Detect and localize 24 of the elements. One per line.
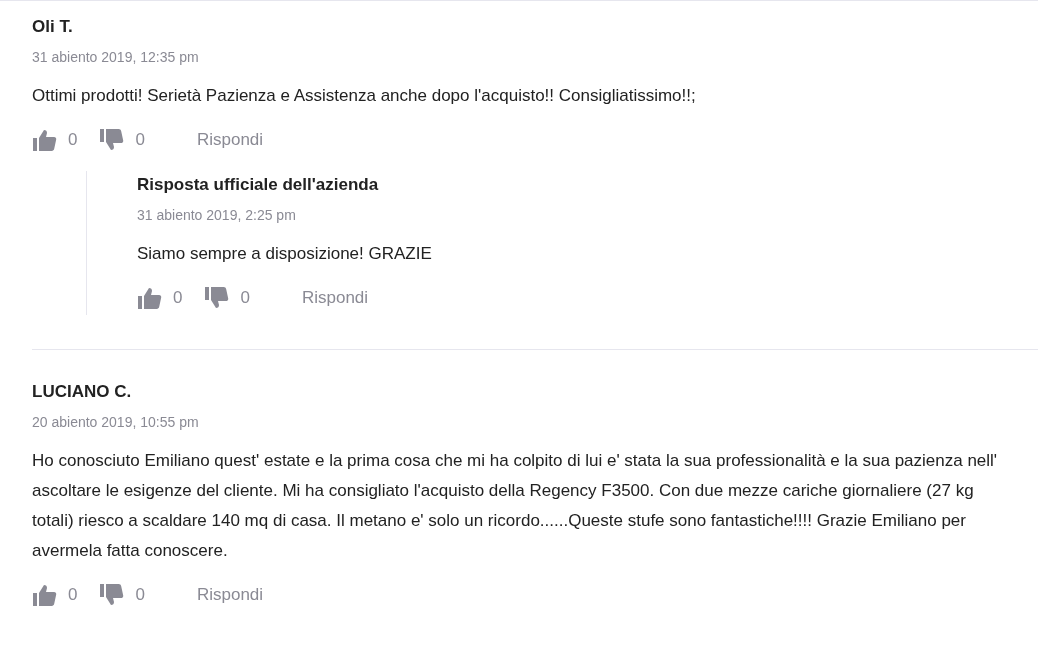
dislike-button[interactable]: 0 bbox=[204, 286, 250, 310]
comment-date: 20 abiento 2019, 10:55 pm bbox=[32, 413, 200, 432]
comment-date: 31 abiento 2019, 2:25 pm bbox=[137, 206, 297, 225]
reply-link[interactable]: Rispondi bbox=[301, 288, 369, 308]
like-button[interactable]: 0 bbox=[32, 128, 78, 152]
thumbs-down-icon bbox=[99, 583, 126, 607]
author-name: Risposta ufficiale dell'azienda bbox=[137, 174, 380, 196]
comment-text: Siamo sempre a disposizione! GRAZIE bbox=[137, 243, 433, 265]
thumbs-down-icon bbox=[99, 128, 126, 152]
thumbs-up-icon bbox=[32, 128, 58, 152]
comment-text: Ottimi prodotti! Serietà Pazienza e Assistenza anche dopo l'acquisto!! Consigliatissimo!!; bbox=[32, 85, 697, 107]
thumbs-down-icon bbox=[204, 286, 231, 310]
thumbs-up-icon bbox=[137, 286, 163, 310]
comment-date: 31 abiento 2019, 12:35 pm bbox=[32, 48, 200, 67]
author-name: LUCIANO C. bbox=[32, 381, 133, 403]
reply-link[interactable]: Rispondi bbox=[196, 585, 264, 605]
thumbs-up-icon bbox=[32, 583, 58, 607]
like-button[interactable]: 0 bbox=[137, 286, 183, 310]
author-name: Oli T. bbox=[32, 16, 74, 38]
dislike-button[interactable]: 0 bbox=[99, 128, 145, 152]
reply-link[interactable]: Rispondi bbox=[196, 130, 264, 150]
comment-text: Ho conosciuto Emiliano quest' estate e la prima cosa che mi ha colpito di lui e' stata la sua professionalità e la sua pazienza nell' ascoltare le esigenze del cliente. Mi ha consigliato l'acquisto della Regency F3500. Con due mezze cariche giornaliere (27 kg totali) riesco a scaldare 140 mq di casa. Il metano e' solo un ricordo......Queste stufe sono fantastiche!!!! Grazie Emiliano per avermela fatta conoscere. bbox=[32, 450, 999, 562]
like-button[interactable]: 0 bbox=[32, 583, 78, 607]
dislike-button[interactable]: 0 bbox=[99, 583, 145, 607]
